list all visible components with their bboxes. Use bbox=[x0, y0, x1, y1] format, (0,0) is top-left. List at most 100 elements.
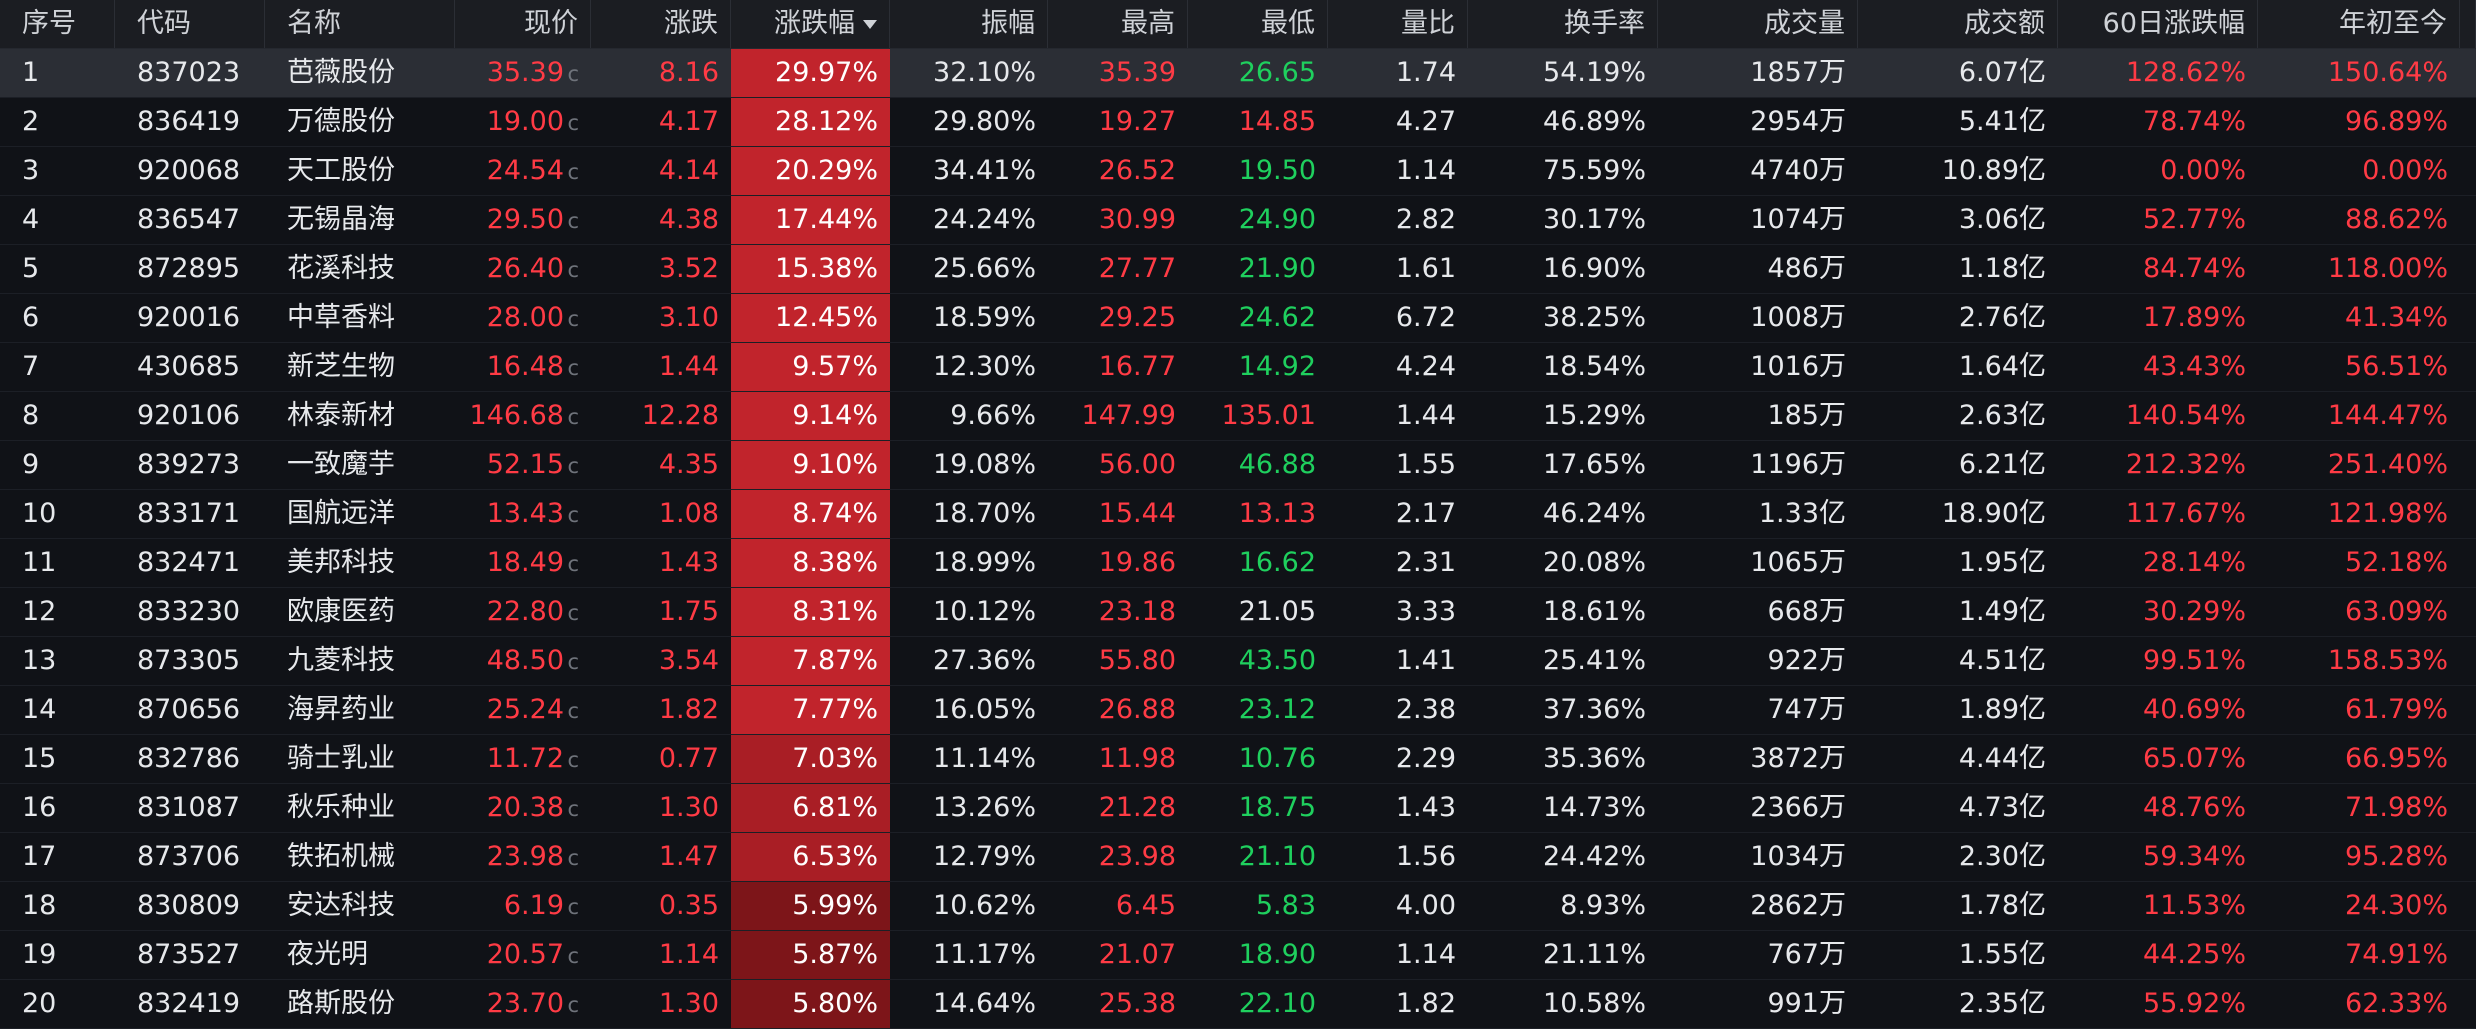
cell-high: 19.27 bbox=[1098, 106, 1176, 137]
cell-code: 833230 bbox=[137, 596, 241, 627]
cell-amplitude: 18.59% bbox=[933, 302, 1036, 333]
cell-price: 146.68 c bbox=[455, 392, 591, 440]
header-change-pct[interactable]: 涨跌幅 bbox=[731, 0, 890, 48]
cell-change-pct: 7.03% bbox=[731, 735, 890, 783]
cell-turnover-rate: 75.59% bbox=[1543, 155, 1646, 186]
cell-amount: 2.35亿 bbox=[1958, 988, 2046, 1019]
cell-ytd: 118.00% bbox=[2327, 253, 2448, 284]
cell-low: 18.90 bbox=[1238, 939, 1316, 970]
table-row[interactable]: 8 920106 林泰新材 146.68 c 12.28 9.14% 9.66% 147.99 1… bbox=[0, 392, 2476, 441]
table-row[interactable]: 14 870656 海昇药业 25.24 c 1.82 7.77% 16.05% 26.88 23… bbox=[0, 686, 2476, 735]
header-ytd[interactable]: 年初至今 bbox=[2258, 0, 2460, 48]
row-spacer bbox=[2460, 441, 2476, 489]
table-row[interactable]: 3 920068 天工股份 24.54 c 4.14 20.29% 34.41% 26.52 19… bbox=[0, 147, 2476, 196]
credit-marker-icon: c bbox=[567, 160, 579, 184]
table-row[interactable]: 2 836419 万德股份 19.00 c 4.17 28.12% 29.80% 19.27 14… bbox=[0, 98, 2476, 147]
cell-code: 430685 bbox=[137, 351, 241, 382]
table-row[interactable]: 18 830809 安达科技 6.19 c 0.35 5.99% 10.62% 6.45 5.83… bbox=[0, 882, 2476, 931]
header-seq[interactable]: 序号 bbox=[0, 0, 115, 48]
cell-amount: 4.51亿 bbox=[1958, 645, 2046, 676]
cell-low: 43.50 bbox=[1238, 645, 1316, 676]
table-row[interactable]: 17 873706 铁拓机械 23.98 c 1.47 6.53% 12.79% 23.98 21… bbox=[0, 833, 2476, 882]
cell-code: 836419 bbox=[137, 106, 241, 137]
cell-low: 24.62 bbox=[1238, 302, 1316, 333]
cell-seq: 17 bbox=[22, 841, 57, 872]
cell-change-pct: 5.80% bbox=[731, 980, 890, 1028]
price-value: 23.70 bbox=[486, 988, 564, 1019]
cell-name: 天工股份 bbox=[287, 155, 395, 186]
cell-volume: 922万 bbox=[1767, 645, 1846, 676]
cell-amplitude: 18.99% bbox=[933, 547, 1036, 578]
table-row[interactable]: 5 872895 花溪科技 26.40 c 3.52 15.38% 25.66% 27.77 21… bbox=[0, 245, 2476, 294]
header-name[interactable]: 名称 bbox=[265, 0, 455, 48]
price-value: 20.38 bbox=[486, 792, 564, 823]
table-row[interactable]: 11 832471 美邦科技 18.49 c 1.43 8.38% 18.99% 19.86 16… bbox=[0, 539, 2476, 588]
header-price[interactable]: 现价 bbox=[455, 0, 591, 48]
credit-marker-icon: c bbox=[567, 895, 579, 919]
table-row[interactable]: 7 430685 新芝生物 16.48 c 1.44 9.57% 12.30% 16.77 14.… bbox=[0, 343, 2476, 392]
cell-volume: 1016万 bbox=[1750, 351, 1846, 382]
header-turnover-rate[interactable]: 换手率 bbox=[1468, 0, 1658, 48]
cell-change-pct: 29.97% bbox=[731, 49, 890, 97]
price-value: 6.19 bbox=[503, 890, 564, 921]
sort-desc-icon[interactable] bbox=[863, 20, 877, 29]
cell-volume: 3872万 bbox=[1750, 743, 1846, 774]
cell-change-pct: 5.87% bbox=[731, 931, 890, 979]
price-value: 11.72 bbox=[486, 743, 564, 774]
cell-change: 8.16 bbox=[658, 57, 719, 88]
header-volume-ratio[interactable]: 量比 bbox=[1328, 0, 1468, 48]
cell-volume: 1857万 bbox=[1750, 57, 1846, 88]
cell-turnover-rate: 21.11% bbox=[1543, 939, 1646, 970]
cell-change-pct: 17.44% bbox=[731, 196, 890, 244]
table-row[interactable]: 1 837023 芭薇股份 35.39 c 8.16 29.97% 32.10% 35.39 26… bbox=[0, 49, 2476, 98]
header-code[interactable]: 代码 bbox=[115, 0, 265, 48]
price-value: 22.80 bbox=[486, 596, 564, 627]
header-low[interactable]: 最低 bbox=[1188, 0, 1328, 48]
cell-seq: 8 bbox=[22, 400, 40, 431]
cell-amplitude: 12.30% bbox=[933, 351, 1036, 382]
header-change[interactable]: 涨跌 bbox=[591, 0, 731, 48]
table-row[interactable]: 9 839273 一致魔芋 52.15 c 4.35 9.10% 19.08% 56.00 46.… bbox=[0, 441, 2476, 490]
cell-turnover-rate: 30.17% bbox=[1543, 204, 1646, 235]
cell-change-pct: 8.74% bbox=[731, 490, 890, 538]
cell-60d-change: 55.92% bbox=[2143, 988, 2246, 1019]
table-row[interactable]: 13 873305 九菱科技 48.50 c 3.54 7.87% 27.36% 55.80 43… bbox=[0, 637, 2476, 686]
cell-seq: 11 bbox=[22, 547, 57, 578]
cell-change: 1.08 bbox=[658, 498, 719, 529]
cell-change-pct: 12.45% bbox=[731, 294, 890, 342]
credit-marker-icon: c bbox=[567, 748, 579, 772]
table-row[interactable]: 12 833230 欧康医药 22.80 c 1.75 8.31% 10.12% 23.18 21… bbox=[0, 588, 2476, 637]
cell-code: 832471 bbox=[137, 547, 241, 578]
header-high[interactable]: 最高 bbox=[1048, 0, 1188, 48]
cell-seq: 2 bbox=[22, 106, 40, 137]
cell-seq: 15 bbox=[22, 743, 57, 774]
price-value: 18.49 bbox=[486, 547, 564, 578]
cell-code: 832419 bbox=[137, 988, 241, 1019]
row-spacer bbox=[2460, 490, 2476, 538]
table-row[interactable]: 20 832419 路斯股份 23.70 c 1.30 5.80% 14.64% 25.38 22… bbox=[0, 980, 2476, 1029]
cell-high: 6.45 bbox=[1115, 890, 1176, 921]
cell-ytd: 71.98% bbox=[2345, 792, 2448, 823]
cell-change: 1.43 bbox=[658, 547, 719, 578]
header-spacer bbox=[2460, 0, 2476, 48]
table-row[interactable]: 6 920016 中草香料 28.00 c 3.10 12.45% 18.59% 29.25 24… bbox=[0, 294, 2476, 343]
cell-amount: 10.89亿 bbox=[1941, 155, 2046, 186]
header-volume[interactable]: 成交量 bbox=[1658, 0, 1858, 48]
table-row[interactable]: 4 836547 无锡晶海 29.50 c 4.38 17.44% 24.24% 30.99 24… bbox=[0, 196, 2476, 245]
price-value: 20.57 bbox=[486, 939, 564, 970]
table-row[interactable]: 10 833171 国航远洋 13.43 c 1.08 8.74% 18.70% 15.44 13… bbox=[0, 490, 2476, 539]
cell-name: 安达科技 bbox=[287, 890, 395, 921]
row-spacer bbox=[2460, 147, 2476, 195]
row-spacer bbox=[2460, 98, 2476, 146]
table-row[interactable]: 15 832786 骑士乳业 11.72 c 0.77 7.03% 11.14% 11.98 10… bbox=[0, 735, 2476, 784]
header-60d-change[interactable]: 60日涨跌幅 bbox=[2058, 0, 2258, 48]
table-row[interactable]: 19 873527 夜光明 20.57 c 1.14 5.87% 11.17% 21.07 18.… bbox=[0, 931, 2476, 980]
cell-amount: 2.30亿 bbox=[1958, 841, 2046, 872]
row-spacer bbox=[2460, 735, 2476, 783]
header-amplitude[interactable]: 振幅 bbox=[890, 0, 1048, 48]
cell-code: 873706 bbox=[137, 841, 241, 872]
cell-seq: 3 bbox=[22, 155, 40, 186]
cell-60d-change: 43.43% bbox=[2143, 351, 2246, 382]
header-amount[interactable]: 成交额 bbox=[1858, 0, 2058, 48]
table-row[interactable]: 16 831087 秋乐种业 20.38 c 1.30 6.81% 13.26% 21.28 18… bbox=[0, 784, 2476, 833]
